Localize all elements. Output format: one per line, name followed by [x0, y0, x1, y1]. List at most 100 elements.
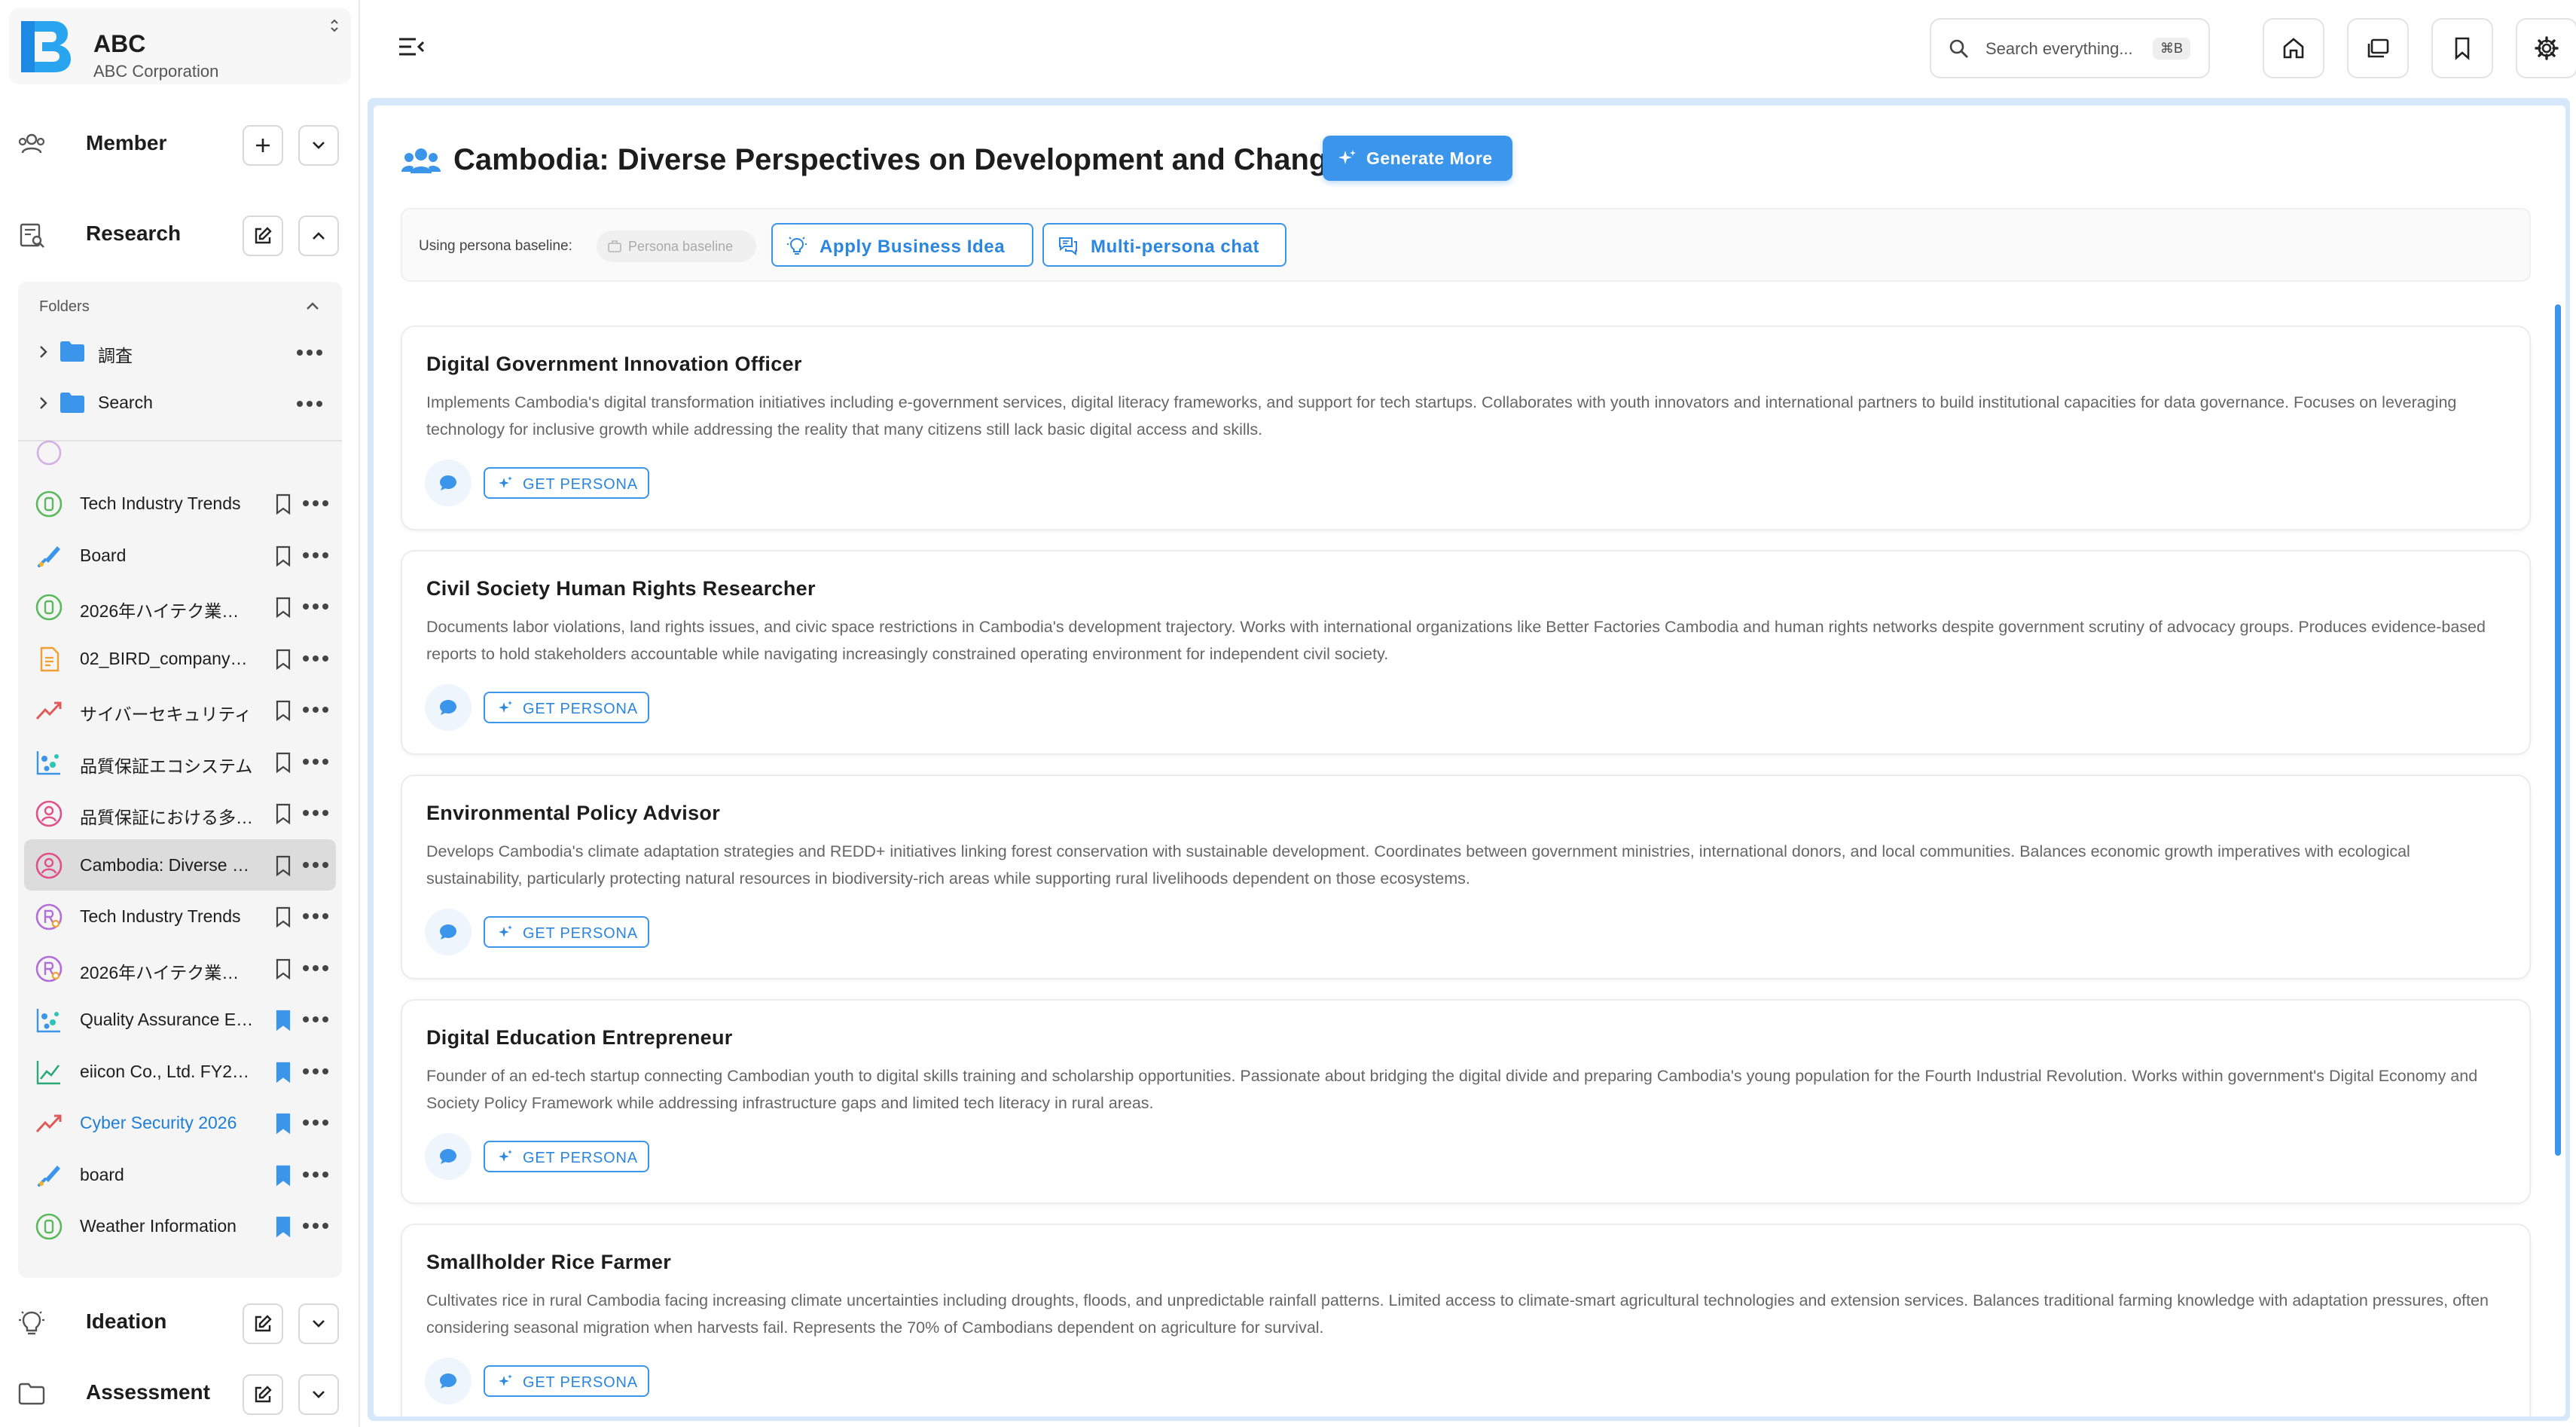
bookmark-icon[interactable]: [274, 1164, 292, 1187]
sidebar-research-item[interactable]: Cambodia: Diverse Perspectives: [24, 839, 336, 891]
persona-chat-button[interactable]: [425, 1358, 472, 1404]
section-member[interactable]: Member: [0, 112, 360, 175]
persona-card: Smallholder Rice Farmer Cultivates rice i…: [401, 1224, 2531, 1416]
section-ideation[interactable]: Ideation: [0, 1290, 360, 1353]
sidebar-research-item[interactable]: 02_BIRD_company_profile: [24, 633, 336, 684]
bookmark-icon[interactable]: [274, 802, 292, 825]
new-research-button[interactable]: [243, 215, 283, 256]
folder-item[interactable]: 調査: [18, 328, 342, 377]
sidebar-research-item[interactable]: Tech Industry Trends: [24, 891, 336, 942]
apply-business-idea-button[interactable]: Apply Business Idea: [771, 223, 1033, 267]
r-search-icon: [35, 955, 63, 982]
bookmark-icon[interactable]: [274, 854, 292, 877]
persona-baseline-pill[interactable]: Persona baseline: [597, 231, 756, 262]
more-options-icon[interactable]: [303, 1068, 328, 1076]
section-research[interactable]: Research: [0, 202, 360, 265]
content-scrollbar[interactable]: [2555, 304, 2561, 1156]
bookmark-icon[interactable]: [274, 699, 292, 722]
bookmark-icon[interactable]: [274, 751, 292, 774]
sidebar-research-item[interactable]: 品質保証における多様な視点: [24, 787, 336, 839]
more-options-icon[interactable]: [303, 1171, 328, 1179]
sidebar-research-item[interactable]: Tech Industry Trends: [24, 478, 336, 529]
sidebar-research-item[interactable]: board: [24, 1149, 336, 1200]
more-options-icon[interactable]: [303, 964, 328, 973]
bookmark-icon[interactable]: [274, 545, 292, 567]
new-ideation-button[interactable]: [243, 1303, 283, 1344]
more-options-icon[interactable]: [303, 758, 328, 766]
workspace-switcher[interactable]: ABC ABC Corporation: [9, 8, 351, 84]
chat-icon: [440, 475, 456, 490]
sidebar-research-item[interactable]: Quality Assurance Ecosystem: [24, 994, 336, 1045]
d-doc-icon: [35, 594, 63, 621]
search-input[interactable]: Search everything...: [1985, 39, 2133, 59]
more-options-icon[interactable]: [303, 655, 328, 663]
get-persona-button[interactable]: GET PERSONA: [484, 1141, 649, 1172]
multi-persona-chat-button[interactable]: Multi-persona chat: [1042, 223, 1286, 267]
more-options-icon[interactable]: [297, 401, 322, 408]
r-search-icon: [35, 903, 63, 930]
folder-item[interactable]: Search: [18, 380, 342, 428]
chevron-up-icon[interactable]: [303, 297, 322, 316]
more-options-icon[interactable]: [303, 552, 328, 560]
collections-button[interactable]: [2347, 18, 2409, 78]
persona-chat-button[interactable]: [425, 1133, 472, 1180]
home-button[interactable]: [2263, 18, 2324, 78]
settings-button[interactable]: [2516, 18, 2576, 78]
bookmark-icon[interactable]: [274, 1112, 292, 1135]
more-options-icon[interactable]: [303, 500, 328, 508]
chevron-right-icon[interactable]: [35, 395, 51, 411]
add-member-button[interactable]: [243, 125, 283, 166]
file-icon: [40, 646, 60, 671]
more-options-icon[interactable]: [303, 603, 328, 611]
bookmark-icon[interactable]: [274, 906, 292, 928]
sidebar-item-label: Weather Information: [80, 1216, 237, 1236]
sidebar-research-item[interactable]: 品質保証エコシステム: [24, 736, 336, 787]
sidebar-research-item[interactable]: Weather Information: [24, 1200, 336, 1251]
more-options-icon[interactable]: [303, 1016, 328, 1024]
bookmark-icon[interactable]: [274, 596, 292, 619]
bookmark-icon[interactable]: [274, 1009, 292, 1031]
persona-chat-button[interactable]: [425, 909, 472, 955]
section-assessment[interactable]: Assessment: [0, 1361, 360, 1424]
global-search[interactable]: Search everything... ⌘B: [1930, 18, 2210, 78]
bookmark-icon[interactable]: [274, 958, 292, 980]
persona-card: Environmental Policy Advisor Develops Cam…: [401, 775, 2531, 979]
get-persona-button[interactable]: GET PERSONA: [484, 916, 649, 948]
get-persona-button[interactable]: GET PERSONA: [484, 467, 649, 499]
persona-chat-button[interactable]: [425, 460, 472, 506]
bookmarks-button[interactable]: [2431, 18, 2493, 78]
sidebar-research-item[interactable]: サイバーセキュリティ: [24, 684, 336, 735]
chevron-updown-icon[interactable]: [328, 18, 340, 33]
new-assessment-button[interactable]: [243, 1374, 283, 1415]
expand-member-button[interactable]: [298, 125, 339, 166]
list-item-partial[interactable]: [24, 426, 336, 478]
more-options-icon[interactable]: [303, 913, 328, 921]
generate-more-button[interactable]: Generate More: [1323, 136, 1512, 181]
sidebar-research-item[interactable]: 2026年ハイテク業界動向: [24, 581, 336, 632]
more-options-icon[interactable]: [303, 861, 328, 869]
persona-chat-button[interactable]: [425, 684, 472, 731]
bookmark-icon[interactable]: [274, 493, 292, 515]
more-options-icon[interactable]: [303, 1223, 328, 1230]
more-options-icon[interactable]: [303, 810, 328, 817]
sidebar-research-item[interactable]: Board: [24, 530, 336, 581]
sidebar-research-item[interactable]: 2026年ハイテク業界動向: [24, 943, 336, 994]
get-persona-button[interactable]: GET PERSONA: [484, 1365, 649, 1397]
expand-assessment-button[interactable]: [298, 1374, 339, 1415]
sidebar-research-item[interactable]: Cyber Security 2026: [24, 1097, 336, 1148]
sparkle-icon: [499, 701, 512, 713]
chevron-right-icon[interactable]: [35, 344, 51, 360]
get-persona-button[interactable]: GET PERSONA: [484, 692, 649, 723]
sidebar-research-item[interactable]: eiicon Co., Ltd. FY2025: [24, 1046, 336, 1097]
sidebar-toggle-icon[interactable]: [396, 33, 426, 60]
more-options-icon[interactable]: [303, 707, 328, 714]
expand-ideation-button[interactable]: [298, 1303, 339, 1344]
more-options-icon[interactable]: [297, 350, 322, 357]
persona-icon: [35, 800, 63, 827]
section-assessment-label: Assessment: [86, 1380, 210, 1404]
bookmark-icon[interactable]: [274, 1061, 292, 1083]
collapse-research-button[interactable]: [298, 215, 339, 256]
bookmark-icon[interactable]: [274, 1215, 292, 1238]
bookmark-icon[interactable]: [274, 648, 292, 671]
more-options-icon[interactable]: [303, 1120, 328, 1127]
